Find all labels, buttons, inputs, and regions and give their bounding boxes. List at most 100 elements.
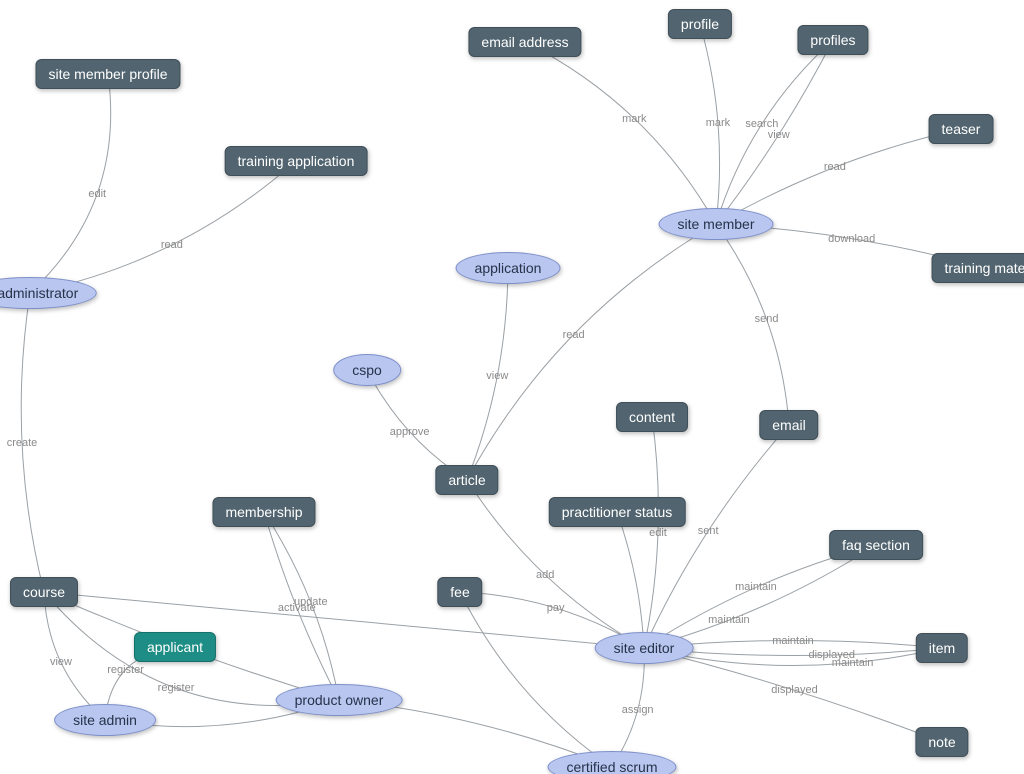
edge-label: maintain [708,614,750,626]
node-fee[interactable]: fee [437,577,482,607]
node-product_owner[interactable]: product owner [276,684,403,716]
node-email_address[interactable]: email address [468,27,581,57]
edge [700,24,720,224]
edge [460,592,612,767]
graph-canvas[interactable]: edit read create view register register activa… [0,0,1024,774]
edge-label: maintain [735,581,777,593]
edge-label: download [828,233,875,245]
node-label: note [928,734,955,750]
node-label: membership [225,504,302,520]
edge-label: mark [706,117,730,129]
edge [264,512,339,700]
node-certified_scrum[interactable]: certified scrum [547,751,676,774]
edge [525,42,716,224]
node-site_member_profile[interactable]: site member profile [35,59,180,89]
edge [467,268,508,480]
node-label: email address [481,34,568,50]
edge [716,40,833,224]
edge-label: assign [622,704,654,716]
edge [644,545,876,648]
edge-label: displayed [771,684,817,696]
node-label: site admin [73,712,137,728]
edge-label: approve [390,426,430,438]
node-article[interactable]: article [435,465,498,495]
node-profile[interactable]: profile [668,9,732,39]
node-label: applicant [147,639,203,655]
node-profiles[interactable]: profiles [797,25,868,55]
node-training_application[interactable]: training application [225,146,368,176]
edge [644,545,876,648]
node-label: content [629,409,675,425]
node-label: certified scrum [566,759,657,774]
edge [644,417,658,648]
edge-label: sent [698,525,719,537]
node-label: item [929,640,955,656]
edge [44,592,105,720]
node-site_member[interactable]: site member [658,208,773,240]
node-content[interactable]: content [616,402,688,432]
edge [21,293,44,592]
node-practitioner_status[interactable]: practitioner status [549,497,686,527]
node-label: article [448,472,485,488]
node-applicant[interactable]: applicant [134,632,216,662]
node-label: training mate [945,260,1024,276]
node-training_mat[interactable]: training mate [932,253,1024,283]
edge-label: displayed [808,649,854,661]
node-label: profiles [810,32,855,48]
node-course[interactable]: course [10,577,78,607]
node-label: profile [681,16,719,32]
edge [30,74,111,293]
edge-label: maintain [772,635,814,647]
node-label: practitioner status [562,504,673,520]
node-label: cspo [352,362,382,378]
edge-label: register [158,682,195,694]
edge-label: search [745,118,778,130]
edge [644,425,789,648]
node-label: faq section [842,537,910,553]
node-membership[interactable]: membership [212,497,315,527]
edge-label: read [563,329,585,341]
edge [612,648,644,767]
edge [644,648,942,742]
edge-label: add [536,569,554,581]
edge-label: read [824,161,846,173]
edge [617,512,644,648]
node-label: site member [677,216,754,232]
node-site_administrator[interactable]: te administrator [0,277,97,309]
node-label: product owner [295,692,384,708]
edge [716,224,789,425]
node-faq_section[interactable]: faq section [829,530,923,560]
edge [716,40,833,224]
node-label: training application [238,153,355,169]
node-site_admin[interactable]: site admin [54,704,156,736]
node-label: course [23,584,65,600]
edge-label: edit [88,188,106,200]
edge [716,129,961,224]
edge-label: read [161,239,183,251]
edge [30,161,296,293]
edge-label: send [755,313,779,325]
edge-label: register [107,664,144,676]
node-label: site editor [614,640,675,656]
edge-label: activate [278,602,316,614]
node-teaser[interactable]: teaser [929,114,994,144]
edge-label: update [294,596,328,608]
node-cspo[interactable]: cspo [333,354,401,386]
node-application[interactable]: application [456,252,561,284]
node-email[interactable]: email [759,410,818,440]
edge-label: view [486,370,508,382]
node-site_editor[interactable]: site editor [595,632,694,664]
edge [367,370,467,480]
node-item[interactable]: item [916,633,968,663]
node-label: teaser [942,121,981,137]
edge-label: view [768,129,790,141]
edge-label: pay [547,602,565,614]
edge-label: maintain [832,657,874,669]
edge-label: mark [622,113,646,125]
node-label: site member profile [48,66,167,82]
edge-label: create [7,437,38,449]
node-label: te administrator [0,285,78,301]
node-note[interactable]: note [915,727,968,757]
edge-label: edit [649,527,667,539]
node-label: fee [450,584,469,600]
